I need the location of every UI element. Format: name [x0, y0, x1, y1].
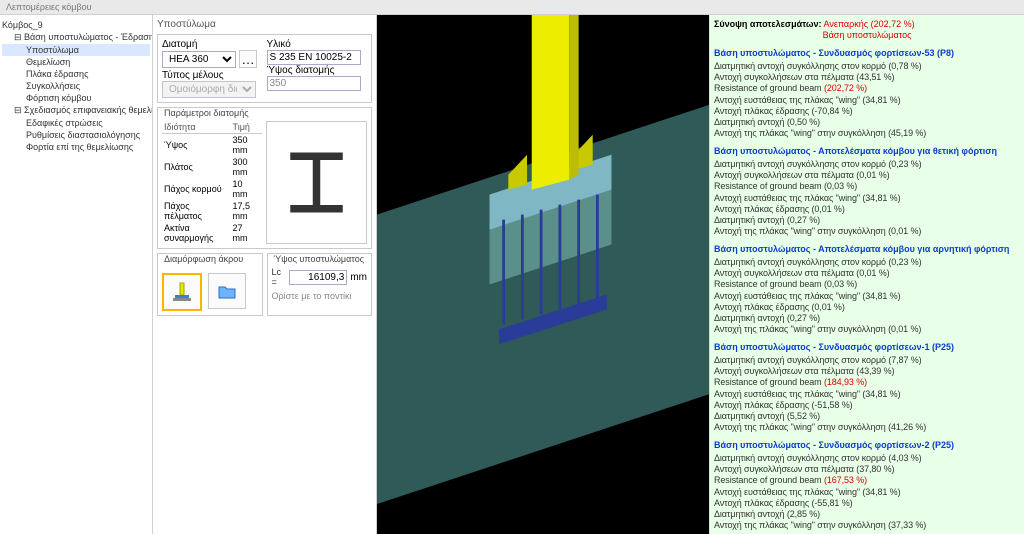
section-height-field [267, 76, 361, 91]
result-line: Διατμητική αντοχή συγκόλλησης στον κορμό… [714, 61, 1020, 72]
result-line: Αντοχή της πλάκας "wing" στην συγκόλληση… [714, 128, 1020, 139]
end-config-option-2[interactable] [208, 273, 246, 309]
param-row: Πάχος πέλματος17,5 mm [162, 200, 262, 222]
result-line: Αντοχή της πλάκας "wing" στην συγκόλληση… [714, 226, 1020, 237]
params-hdr-prop: Ιδιότητα [162, 121, 231, 134]
column-base-icon [171, 281, 193, 303]
lc-label: Lc = [272, 267, 287, 287]
lc-unit: mm [350, 272, 367, 283]
result-line: Resistance of ground beam (0,03 %) [714, 279, 1020, 290]
result-line: Αντοχή ευστάθειας της πλάκας "wing" (34,… [714, 193, 1020, 204]
result-line: Αντοχή της πλάκας "wing" στην συγκόλληση… [714, 324, 1020, 335]
tree-item-foundation[interactable]: Θεμελίωση [2, 56, 150, 68]
params-hdr-val: Τιμή [231, 121, 262, 134]
tree-item-welds[interactable]: Συγκολλήσεις [2, 80, 150, 92]
summary-sub: Βάση υποστυλώματος [714, 30, 1020, 41]
section-label: Διατομή [162, 39, 197, 50]
result-line: Αντοχή πλάκας έδρασης (-55,81 %) [714, 498, 1020, 509]
param-row: Ακτίνα συναρμογής27 mm [162, 222, 262, 244]
result-line: Διατμητική αντοχή συγκόλλησης στον κορμό… [714, 159, 1020, 170]
result-section-link[interactable]: Βάση υποστυλώματος - Συνδυασμός φορτίσεω… [714, 48, 1020, 59]
result-line: Resistance of ground beam (167,53 %) [714, 475, 1020, 486]
result-section-link[interactable]: Βάση υποστυλώματος - Αποτελέσματα κόμβου… [714, 146, 1020, 157]
folder-icon [216, 280, 238, 302]
result-line: Αντοχή συγκολλήσεων στα πέλματα (0,01 %) [714, 268, 1020, 279]
profile-icon [279, 145, 354, 220]
params-table: Ιδιότητα Τιμή Ύψος350 mmΠλάτος300 mmΠάχο… [162, 121, 262, 244]
result-line: Αντοχή πλάκας έδρασης (-51,58 %) [714, 400, 1020, 411]
results-panel[interactable]: Σύνοψη αποτελεσμάτων: Ανεπαρκής (202,72 … [709, 15, 1024, 534]
viewport-scene [377, 15, 709, 534]
result-line: Διατμητική αντοχή (0,27 %) [714, 215, 1020, 226]
result-line: Αντοχή της πλάκας "wing" στην συγκόλληση… [714, 520, 1020, 531]
result-line: Resistance of ground beam (202,72 %) [714, 83, 1020, 94]
section-height-label: Ύψος διατομής [267, 65, 335, 76]
result-line: Αντοχή της πλάκας "wing" στην συγκόλληση… [714, 422, 1020, 433]
result-line: Αντοχή ευστάθειας της πλάκας "wing" (34,… [714, 389, 1020, 400]
result-line: Διατμητική αντοχή (0,50 %) [714, 117, 1020, 128]
param-row: Πλάτος300 mm [162, 156, 262, 178]
material-label: Υλικό [267, 39, 291, 50]
result-line: Αντοχή πλάκας έδρασης (0,01 %) [714, 302, 1020, 313]
params-title: Παράμετροι διατομής [164, 108, 367, 118]
tree-item-soil[interactable]: Εδαφικές στρώσεις [2, 117, 150, 129]
result-line: Αντοχή συγκολλήσεων στα πέλματα (43,51 %… [714, 72, 1020, 83]
result-line: Αντοχή ευστάθειας της πλάκας "wing" (34,… [714, 95, 1020, 106]
panel-title: Υποστύλωμα [157, 19, 372, 30]
mouse-hint[interactable]: Ορίστε με το ποντίκι [272, 291, 368, 301]
tree-item-baseplate[interactable]: Πλάκα έδρασης [2, 68, 150, 80]
tree-item-floads[interactable]: Φορτία επί της θεμελίωσης [2, 141, 150, 153]
end-config-option-1[interactable] [162, 273, 202, 311]
result-line: Αντοχή πλάκας έδρασης (-70,84 %) [714, 106, 1020, 117]
result-section-link[interactable]: Βάση υποστυλώματος - Αποτελέσματα κόμβου… [714, 244, 1020, 255]
result-line: Διατμητική αντοχή (5,52 %) [714, 411, 1020, 422]
summary-line: Σύνοψη αποτελεσμάτων: Ανεπαρκής (202,72 … [714, 19, 1020, 30]
result-line: Διατμητική αντοχή συγκόλλησης στον κορμό… [714, 355, 1020, 366]
member-type-label: Τύπος μέλους [162, 70, 224, 81]
result-line: Αντοχή συγκολλήσεων στα πέλματα (0,01 %) [714, 170, 1020, 181]
properties-panel: Υποστύλωμα Διατομή HEA 360 … Τύπος μέλου… [153, 15, 377, 534]
member-type-select: Ομοιόμορφη διατομή [162, 81, 256, 98]
param-row: Πάχος κορμού10 mm [162, 178, 262, 200]
result-line: Αντοχή ευστάθειας της πλάκας "wing" (34,… [714, 291, 1020, 302]
result-line: Resistance of ground beam (0,03 %) [714, 181, 1020, 192]
tree-root[interactable]: Κόμβος_9 [2, 19, 150, 31]
column-height-label: Ύψος υποστυλώματος [274, 254, 368, 264]
result-line: Διατμητική αντοχή συγκόλλησης στον κορμό… [714, 257, 1020, 268]
material-field [267, 50, 361, 65]
param-row: Ύψος350 mm [162, 134, 262, 157]
result-section-link[interactable]: Βάση υποστυλώματος - Συνδυασμός φορτίσεω… [714, 342, 1020, 353]
tree-item-column[interactable]: Υποστύλωμα [2, 44, 150, 56]
result-line: Αντοχή συγκολλήσεων στα πέλματα (43,39 %… [714, 366, 1020, 377]
result-line: Διατμητική αντοχή (0,27 %) [714, 313, 1020, 324]
section-group: Διατομή HEA 360 … Τύπος μέλους Ομοιόμορφ… [157, 34, 372, 103]
result-line: Αντοχή συγκολλήσεων στα πέλματα (37,80 %… [714, 464, 1020, 475]
tree-node-base[interactable]: ⊟ Βάση υποστυλώματος - Έδραση υποστυλώμα… [2, 31, 150, 44]
summary-status: Ανεπαρκής (202,72 %) [824, 19, 915, 29]
nav-tree[interactable]: Κόμβος_9 ⊟ Βάση υποστυλώματος - Έδραση υ… [0, 15, 153, 534]
title-bar: Λεπτομέρειες κόμβου [0, 0, 1024, 15]
result-line: Διατμητική αντοχή συγκόλλησης στον κορμό… [714, 453, 1020, 464]
tree-node-design[interactable]: ⊟ Σχεδιασμός επιφανειακής θεμελίωσης [2, 104, 150, 117]
tree-item-loads[interactable]: Φόρτιση κόμβου [2, 92, 150, 104]
section-browse-button[interactable]: … [239, 50, 257, 68]
result-line: Αντοχή πλάκας έδρασης (0,01 %) [714, 204, 1020, 215]
result-line: Resistance of ground beam (184,93 %) [714, 377, 1020, 388]
params-group: Παράμετροι διατομής Ιδιότητα Τιμή Ύψος35… [157, 107, 372, 249]
result-line: Αντοχή ευστάθειας της πλάκας "wing" (34,… [714, 487, 1020, 498]
lc-input[interactable] [289, 270, 347, 285]
result-section-link[interactable]: Βάση υποστυλώματος - Συνδυασμός φορτίσεω… [714, 440, 1020, 451]
section-select[interactable]: HEA 360 [162, 51, 236, 68]
result-line: Διατμητική αντοχή (2,85 %) [714, 509, 1020, 520]
end-config-label: Διαμόρφωση άκρου [164, 254, 258, 264]
3d-viewport[interactable] [377, 15, 709, 534]
tree-item-dsettings[interactable]: Ρυθμίσεις διαστασιολόγησης [2, 129, 150, 141]
